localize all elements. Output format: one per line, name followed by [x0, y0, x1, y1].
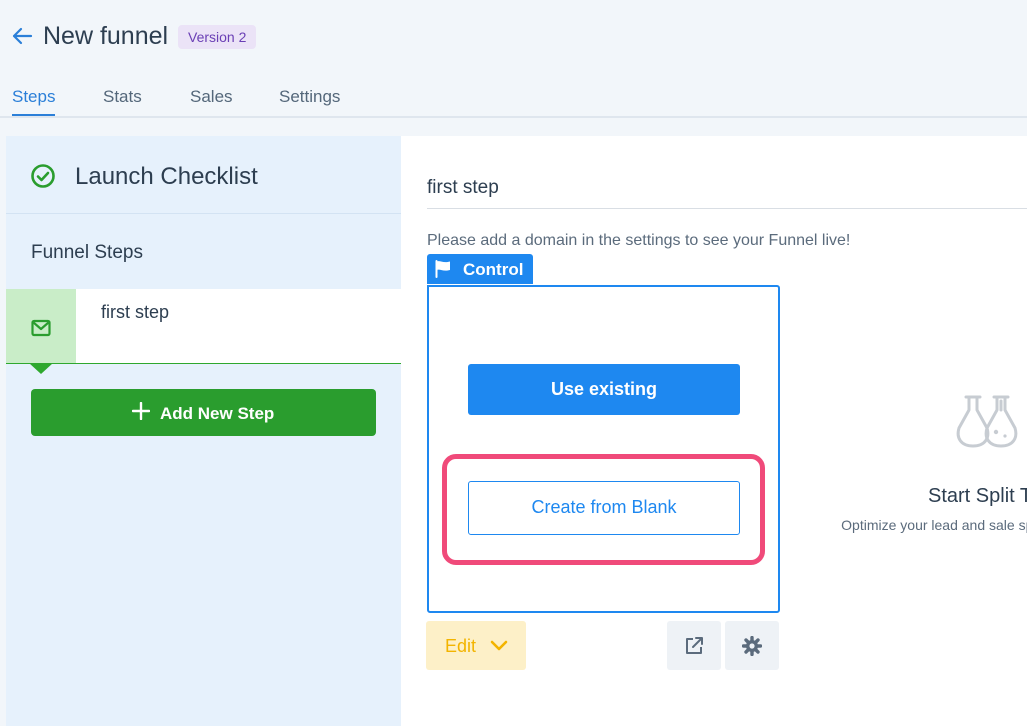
page-title: New funnel — [43, 22, 169, 50]
gear-icon — [742, 636, 762, 656]
step-editor: first step Please add a domain in the se… — [401, 136, 1027, 726]
step-name: first step — [101, 302, 170, 322]
tab-stats[interactable]: Stats — [103, 87, 142, 107]
edit-dropdown-button[interactable]: Edit — [426, 621, 526, 670]
funnel-step-item[interactable]: first step — [6, 289, 401, 364]
step-title: first step — [427, 177, 499, 198]
edit-label: Edit — [445, 636, 477, 656]
open-page-button[interactable] — [667, 621, 721, 670]
use-existing-button[interactable]: Use existing — [468, 364, 740, 415]
add-new-step-button[interactable]: Add New Step — [31, 389, 376, 436]
launch-checklist[interactable]: Launch Checklist — [6, 136, 401, 214]
version-badge: Version 2 — [178, 25, 257, 49]
title-divider — [427, 208, 1027, 209]
control-variant-card: Use existing Create from Blank — [427, 285, 780, 613]
external-link-icon — [686, 637, 703, 654]
chevron-down-icon — [490, 640, 508, 651]
create-from-blank-button[interactable]: Create from Blank — [468, 481, 740, 535]
control-variant-tab: Control — [427, 254, 533, 284]
back-arrow-icon[interactable] — [10, 25, 34, 47]
tab-settings[interactable]: Settings — [279, 87, 340, 107]
split-test-title: Start Split T — [928, 485, 1027, 507]
funnel-steps-heading: Funnel Steps — [31, 242, 143, 263]
split-test-description: Optimize your lead and sale split tests. — [841, 517, 1027, 533]
tab-bar: Steps Stats Sales Settings — [0, 85, 1027, 118]
plus-icon — [132, 402, 150, 420]
split-test-flask-icon — [956, 395, 1018, 448]
tab-sales[interactable]: Sales — [190, 87, 233, 107]
mail-icon — [31, 319, 51, 337]
check-circle-icon — [31, 164, 55, 188]
add-new-step-label: Add New Step — [160, 404, 275, 423]
step-icon-box — [6, 289, 76, 363]
page-header: New funnel Version 2 Steps Stats Sales S… — [0, 0, 1027, 118]
flag-icon — [435, 260, 450, 278]
control-label: Control — [463, 260, 524, 279]
domain-notice: Please add a domain in the settings to s… — [427, 232, 851, 249]
checklist-label: Launch Checklist — [75, 163, 258, 190]
step-settings-button[interactable] — [725, 621, 779, 670]
tab-steps[interactable]: Steps — [12, 87, 56, 116]
split-test-description-wrap: Optimize your lead and sale split tests. — [841, 517, 1027, 557]
funnel-sidebar: Launch Checklist Funnel Steps first step… — [6, 136, 401, 726]
active-step-pointer — [29, 363, 53, 374]
